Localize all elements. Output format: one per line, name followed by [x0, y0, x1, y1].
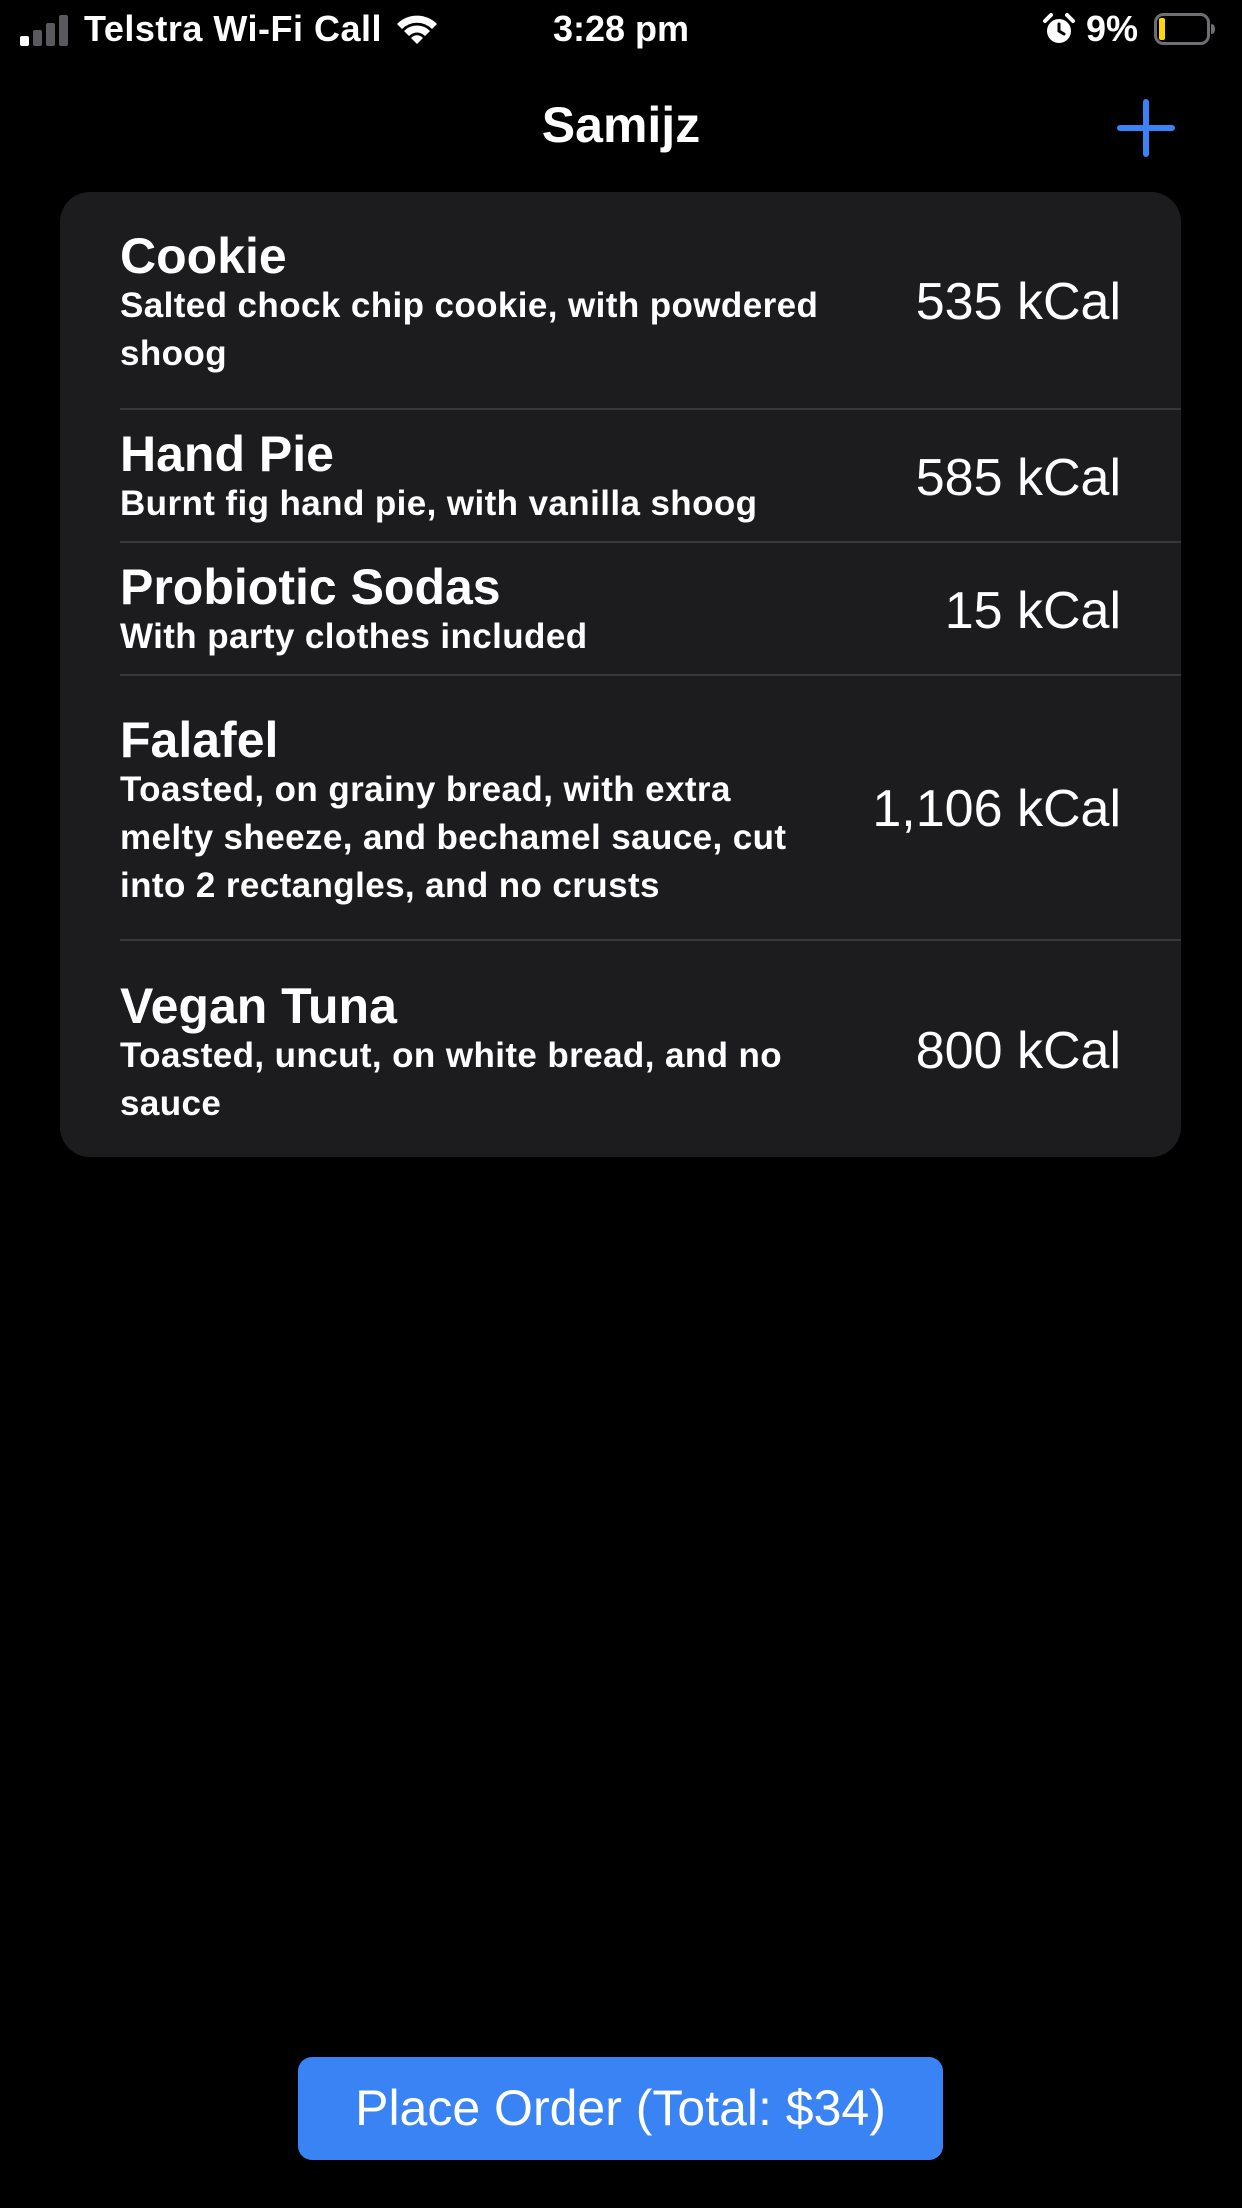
list-item-falafel[interactable]: Falafel Toasted, on grainy bread, with e…	[60, 676, 1181, 941]
add-item-button[interactable]	[1114, 96, 1178, 160]
item-name: Vegan Tuna	[120, 978, 397, 1034]
item-description: With party clothes included	[120, 617, 588, 656]
item-description: Toasted, uncut, on white bread, and no s…	[120, 1036, 783, 1123]
item-kcal: 800 kCal	[915, 1022, 1121, 1080]
battery-percent: 9%	[1086, 8, 1139, 49]
battery-icon	[1154, 13, 1215, 45]
item-description: Burnt fig hand pie, with vanilla shoog	[120, 484, 758, 523]
item-kcal: 585 kCal	[915, 449, 1121, 507]
item-kcal: 535 kCal	[915, 273, 1121, 331]
status-bar: Telstra Wi-Fi Call 3:28 pm 9%	[0, 0, 1242, 62]
order-items-list: Cookie Salted chock chip cookie, with po…	[60, 192, 1181, 1157]
list-item-hand-pie[interactable]: Hand Pie Burnt fig hand pie, with vanill…	[60, 410, 1181, 543]
list-item-vegan-tuna[interactable]: Vegan Tuna Toasted, uncut, on white brea…	[60, 941, 1181, 1157]
item-description: Toasted, on grainy bread, with extra mel…	[120, 770, 787, 905]
item-name: Hand Pie	[120, 426, 334, 482]
place-order-button[interactable]: Place Order (Total: $34)	[298, 2057, 943, 2160]
plus-icon	[1117, 99, 1175, 157]
item-name: Probiotic Sodas	[120, 559, 501, 615]
alarm-clock-icon	[1043, 13, 1075, 43]
item-description: Salted chock chip cookie, with powdered …	[120, 286, 819, 373]
item-kcal: 1,106 kCal	[872, 780, 1121, 838]
item-name: Cookie	[120, 228, 287, 284]
list-item-probiotic-sodas[interactable]: Probiotic Sodas With party clothes inclu…	[60, 543, 1181, 676]
page-title: Samijz	[541, 97, 701, 153]
item-kcal: 15 kCal	[944, 582, 1121, 640]
list-item-cookie[interactable]: Cookie Salted chock chip cookie, with po…	[60, 192, 1181, 410]
item-name: Falafel	[120, 712, 279, 768]
